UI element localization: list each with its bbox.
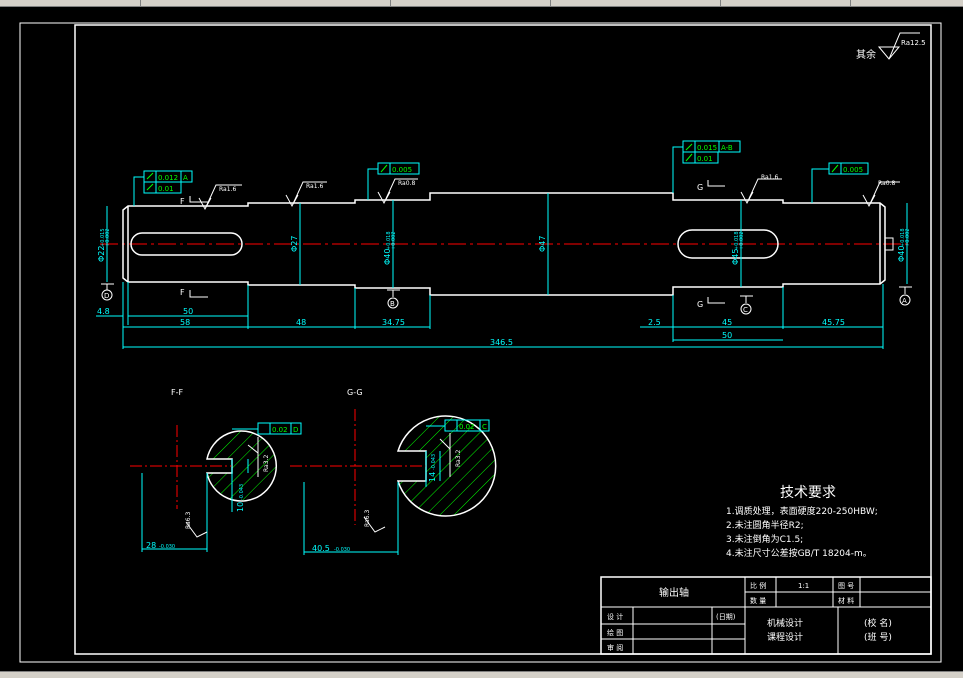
tech-req-item: 3.未注倒角为C1.5;	[726, 533, 803, 545]
svg-text:Ra3.2: Ra3.2	[263, 455, 270, 472]
tech-req-item: 2.未注圆角半径R2;	[726, 519, 804, 531]
svg-text:0.02: 0.02	[272, 426, 288, 434]
tech-req-title: 技术要求	[780, 485, 836, 501]
datum-d: D	[104, 292, 109, 300]
svg-text:审 阅: 审 阅	[607, 643, 623, 652]
svg-text:0.01: 0.01	[697, 155, 713, 163]
dim-d22: Φ22	[97, 246, 106, 262]
scale-value: 1:1	[798, 582, 809, 590]
section-marker-f-top: F	[180, 197, 185, 206]
svg-text:A-B: A-B	[721, 144, 733, 152]
svg-text:+0.002: +0.002	[905, 228, 911, 247]
section-marker-g-bottom: G	[697, 300, 703, 309]
svg-text:0.01: 0.01	[158, 185, 174, 193]
section-gg-title: G-G	[347, 388, 363, 397]
dim-58: 58	[180, 318, 190, 327]
svg-text:机械设计: 机械设计	[767, 617, 803, 629]
svg-text:Ra0.8: Ra0.8	[398, 180, 415, 187]
svg-text:图 号: 图 号	[838, 582, 854, 590]
toolbar-section[interactable]	[720, 0, 851, 6]
svg-text:28: 28	[146, 541, 156, 550]
dim-d27: Φ27	[290, 236, 299, 252]
svg-text:14: 14	[428, 472, 437, 482]
tech-req-item: 1.调质处理，表面硬度220-250HBW;	[726, 505, 878, 517]
svg-text:课程设计: 课程设计	[767, 631, 803, 643]
svg-text:Ra1.6: Ra1.6	[761, 174, 778, 181]
svg-text:Ra3.2: Ra3.2	[455, 450, 462, 467]
section-marker-g-top: G	[697, 183, 703, 192]
dim-d40b: Φ40	[897, 246, 906, 262]
datum-c: C	[743, 306, 748, 314]
svg-text:10: 10	[236, 502, 245, 512]
svg-text:设 计: 设 计	[607, 612, 623, 621]
svg-text:+0.002: +0.002	[391, 231, 397, 250]
drawing-canvas[interactable]: 其余 Ra12.5 Φ22 +0.015 +0.002 Φ27 Φ40 +0.0…	[0, 7, 963, 671]
datum-symbols	[101, 283, 912, 315]
svg-text:-0.043: -0.043	[239, 484, 245, 500]
global-roughness: 其余 Ra12.5	[856, 32, 926, 61]
toolbar-section[interactable]	[140, 0, 391, 6]
toolbar-section[interactable]	[390, 0, 551, 6]
dim-45: 45	[722, 318, 732, 327]
svg-text:数 量: 数 量	[750, 596, 766, 605]
roughness-symbols	[198, 178, 900, 211]
svg-text:-0.030: -0.030	[159, 544, 175, 550]
dim-4-8: 4.8	[97, 307, 110, 316]
svg-text:Ra6.3: Ra6.3	[185, 512, 192, 529]
datum-b: B	[390, 300, 395, 308]
svg-text:0.005: 0.005	[843, 166, 863, 174]
svg-text:Ra1.6: Ra1.6	[306, 183, 323, 190]
svg-text:+0.002: +0.002	[739, 231, 745, 250]
svg-text:0.005: 0.005	[392, 166, 412, 174]
tech-req-item: 4.未注尺寸公差按GB/T 18204-m。	[726, 547, 872, 559]
toolbar	[0, 0, 963, 7]
part-name: 输出轴	[659, 586, 689, 599]
technical-requirements: 技术要求 1.调质处理，表面硬度220-250HBW; 2.未注圆角半径R2; …	[726, 485, 878, 559]
section-ff-title: F-F	[171, 388, 183, 397]
svg-text:+0.002: +0.002	[105, 228, 111, 247]
svg-text:-0.030: -0.030	[334, 547, 350, 553]
outer-frame	[19, 22, 942, 663]
svg-text:绘 图: 绘 图	[607, 628, 623, 637]
dim-45-75: 45.75	[822, 318, 845, 327]
section-marker-f-bottom: F	[180, 288, 185, 297]
svg-text:A: A	[183, 174, 188, 182]
svg-text:Ra1.6: Ra1.6	[219, 186, 236, 193]
svg-text:Ra12.5: Ra12.5	[901, 39, 926, 47]
dim-50a: 50	[183, 307, 193, 316]
dim-346-5: 346.5	[490, 338, 513, 347]
dim-d47: Φ47	[538, 236, 547, 252]
dim-48: 48	[296, 318, 306, 327]
dim-d40a: Φ40	[383, 249, 392, 265]
svg-text:0.015: 0.015	[697, 144, 717, 152]
svg-text:0.02: 0.02	[459, 423, 475, 431]
toolbar-section[interactable]	[550, 0, 721, 6]
dim-50b: 50	[722, 331, 732, 340]
svg-text:Ra0.8: Ra0.8	[878, 180, 895, 187]
svg-text:(日期): (日期)	[716, 613, 736, 621]
svg-text:D: D	[293, 426, 298, 434]
svg-text:0.012: 0.012	[158, 174, 178, 182]
datum-a: A	[902, 297, 907, 305]
svg-text:C: C	[482, 423, 487, 431]
dim-d45: Φ45	[731, 249, 740, 265]
svg-text:(班 号): (班 号)	[864, 631, 892, 643]
svg-text:材 料: 材 料	[838, 596, 854, 605]
svg-text:(校 名): (校 名)	[864, 617, 892, 629]
svg-text:-0.043: -0.043	[431, 454, 437, 470]
section-ff-view[interactable]	[130, 425, 278, 509]
svg-text:比 例: 比 例	[750, 581, 766, 590]
svg-text:40.5: 40.5	[312, 544, 330, 553]
svg-text:Ra6.3: Ra6.3	[364, 510, 371, 527]
toolbar-section[interactable]	[0, 0, 141, 6]
dim-2-5: 2.5	[648, 318, 661, 327]
dim-34-75: 34.75	[382, 318, 405, 327]
svg-text:其余: 其余	[856, 48, 876, 61]
